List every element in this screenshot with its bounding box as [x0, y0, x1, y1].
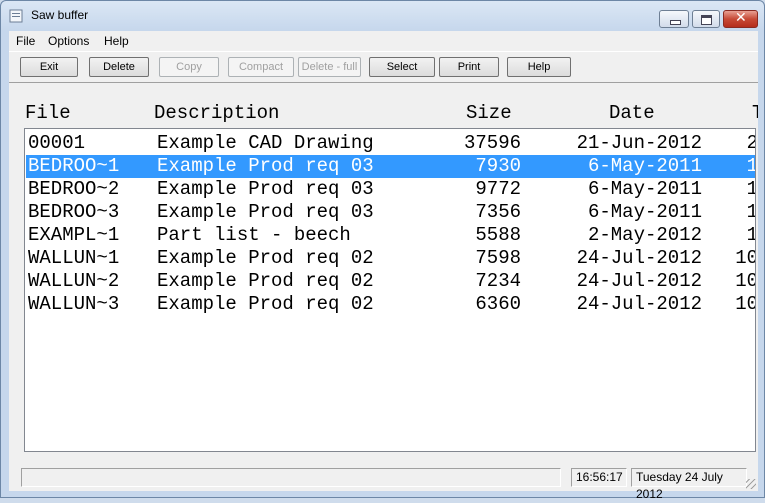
cell-description: Part list - beech [157, 224, 351, 246]
cell-time: 10 [735, 270, 756, 292]
status-date: Tuesday 24 July 2012 [631, 468, 747, 501]
maximize-icon[interactable] [692, 10, 720, 28]
cell-date: 24-Jul-2012 [576, 293, 702, 315]
cell-size: 9772 [475, 178, 521, 200]
client-area: File Options Help Exit Delete Copy Compa… [9, 31, 758, 501]
cell-description: Example Prod req 02 [157, 247, 374, 269]
cell-time: 10 [735, 293, 756, 315]
cell-size: 7234 [475, 270, 521, 292]
print-button[interactable]: Print [439, 57, 499, 77]
cell-size: 6360 [475, 293, 521, 315]
cell-description: Example Prod req 03 [157, 201, 374, 223]
cell-date: 24-Jul-2012 [576, 247, 702, 269]
compact-button[interactable]: Compact [228, 57, 294, 77]
size-grip-icon[interactable] [746, 479, 756, 489]
cell-description: Example Prod req 03 [157, 155, 374, 177]
cell-size: 7356 [475, 201, 521, 223]
cell-file: BEDROO~2 [28, 178, 120, 200]
cell-time: 10 [735, 247, 756, 269]
cell-size: 5588 [475, 224, 521, 246]
delete-full-button[interactable]: Delete - full [298, 57, 361, 77]
cell-file: EXAMPL~1 [28, 224, 120, 246]
copy-button[interactable]: Copy [159, 57, 219, 77]
column-header-description: Description [154, 102, 280, 124]
status-time: 16:56:17 [571, 468, 627, 487]
title-bar[interactable]: Saw buffer ✕ [1, 1, 764, 31]
table-row[interactable]: BEDROO~1 Example Prod req 03 7930 6-May-201… [26, 155, 755, 178]
cell-time: 2 [730, 132, 755, 155]
column-header-file: File [25, 102, 71, 124]
status-message [21, 468, 561, 487]
column-header-time: T [752, 102, 758, 124]
help-button[interactable]: Help [507, 57, 571, 77]
cell-description: Example Prod req 02 [157, 270, 374, 292]
cell-date: 6-May-2011 [587, 201, 702, 223]
cell-time: 1 [730, 201, 755, 224]
menu-help[interactable]: Help [104, 34, 129, 48]
cell-file: 00001 [28, 132, 86, 154]
close-icon[interactable]: ✕ [723, 10, 758, 28]
file-list[interactable]: 00001 Example CAD Drawing 37596 21-Jun-2012… [24, 128, 756, 452]
cell-size: 7930 [475, 155, 521, 177]
table-row[interactable]: BEDROO~2 Example Prod req 03 9772 6-May-201… [26, 178, 755, 201]
select-button[interactable]: Select [369, 57, 435, 77]
cell-time: 1 [730, 224, 755, 247]
exit-button[interactable]: Exit [20, 57, 78, 77]
table-row[interactable]: WALLUN~3 Example Prod req 02 6360 24-Jul-20… [26, 293, 756, 316]
cell-file: BEDROO~1 [28, 155, 120, 177]
status-bar: 16:56:17 Tuesday 24 July 2012 [9, 465, 758, 501]
cell-size: 7598 [475, 247, 521, 269]
column-headers: File Description Size Date T [9, 102, 758, 126]
app-window: Saw buffer ✕ File Options Help Exit Dele… [0, 0, 765, 501]
table-row[interactable]: BEDROO~3 Example Prod req 03 7356 6-May-201… [26, 201, 755, 224]
cell-description: Example Prod req 03 [157, 178, 374, 200]
cell-date: 2-May-2012 [587, 224, 702, 246]
cell-date: 24-Jul-2012 [576, 270, 702, 292]
cell-file: BEDROO~3 [28, 201, 120, 223]
window-title: Saw buffer [31, 8, 89, 22]
table-row[interactable]: 00001 Example CAD Drawing 37596 21-Jun-2012… [26, 132, 755, 155]
delete-button[interactable]: Delete [89, 57, 149, 77]
cell-date: 6-May-2011 [587, 178, 702, 200]
table-row[interactable]: EXAMPL~1 Part list - beech 5588 2-May-2012 1 [26, 224, 755, 247]
minimize-icon[interactable] [659, 10, 689, 28]
cell-file: WALLUN~2 [28, 270, 120, 292]
cell-description: Example Prod req 02 [157, 293, 374, 315]
cell-date: 6-May-2011 [587, 155, 702, 177]
menu-bar: File Options Help [9, 31, 758, 50]
cell-description: Example CAD Drawing [157, 132, 374, 154]
cell-size: 37596 [463, 132, 521, 154]
table-row[interactable]: WALLUN~1 Example Prod req 02 7598 24-Jul-20… [26, 247, 756, 270]
cell-file: WALLUN~1 [28, 247, 120, 269]
column-header-size: Size [466, 102, 512, 124]
table-row[interactable]: WALLUN~2 Example Prod req 02 7234 24-Jul-20… [26, 270, 756, 293]
menu-options[interactable]: Options [48, 34, 89, 48]
app-icon [9, 9, 23, 23]
cell-time: 1 [730, 178, 755, 201]
toolbar: Exit Delete Copy Compact Delete - full S… [9, 51, 758, 83]
cell-date: 21-Jun-2012 [576, 132, 702, 154]
cell-file: WALLUN~3 [28, 293, 120, 315]
menu-file[interactable]: File [16, 34, 35, 48]
cell-time: 1 [730, 155, 755, 178]
column-header-date: Date [609, 102, 655, 124]
